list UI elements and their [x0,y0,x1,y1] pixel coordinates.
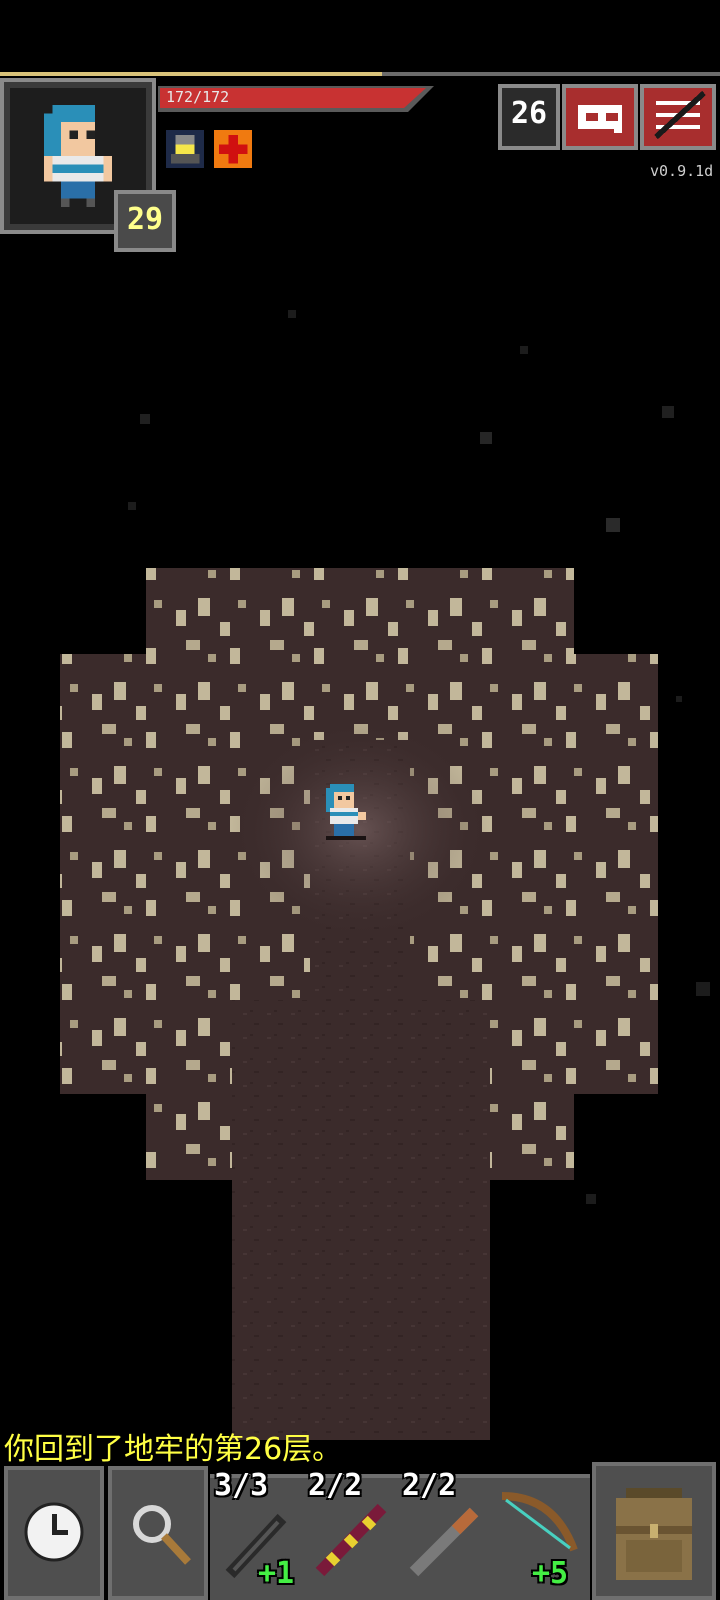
journal-icon [578,105,622,133]
backpack-button[interactable] [592,1462,716,1600]
quickslot-4-level: +5 [532,1556,569,1591]
quickslot-2[interactable]: 2/2 [306,1468,398,1600]
clock-icon [24,1502,84,1562]
journal-button[interactable] [562,84,638,150]
hero-level: 29 [126,202,164,237]
quickslot-4[interactable]: +5 [494,1478,586,1600]
search-button[interactable] [108,1466,208,1600]
buff-light[interactable] [166,130,204,168]
hp-text: 172/172 [166,88,230,106]
quickslot-3[interactable]: 2/2 [400,1468,492,1600]
depth-text: 26 [510,96,548,131]
game-log-message: 你回到了地牢的第26层。 [4,1432,343,1467]
menu-button[interactable] [640,84,716,150]
quickslot-3-charges: 2/2 [402,1468,457,1503]
wait-button[interactable] [4,1466,104,1600]
light-buff-icon [170,134,200,164]
magnifier-icon [133,1505,191,1565]
menu-icon [654,90,706,140]
dungeon-map[interactable] [0,280,720,1440]
quickslot-1[interactable]: 3/3 +1 [212,1468,304,1600]
buff-healing[interactable] [214,130,252,168]
version-label: v0.9.1d [650,162,714,180]
quickslot-2-charges: 2/2 [308,1468,363,1503]
quickslot-1-level: +1 [258,1556,295,1591]
quickslot-1-charges: 3/3 [214,1468,269,1503]
xp-bar-fill [0,72,382,76]
healing-buff-icon [218,134,248,164]
backpack-icon [616,1488,692,1580]
